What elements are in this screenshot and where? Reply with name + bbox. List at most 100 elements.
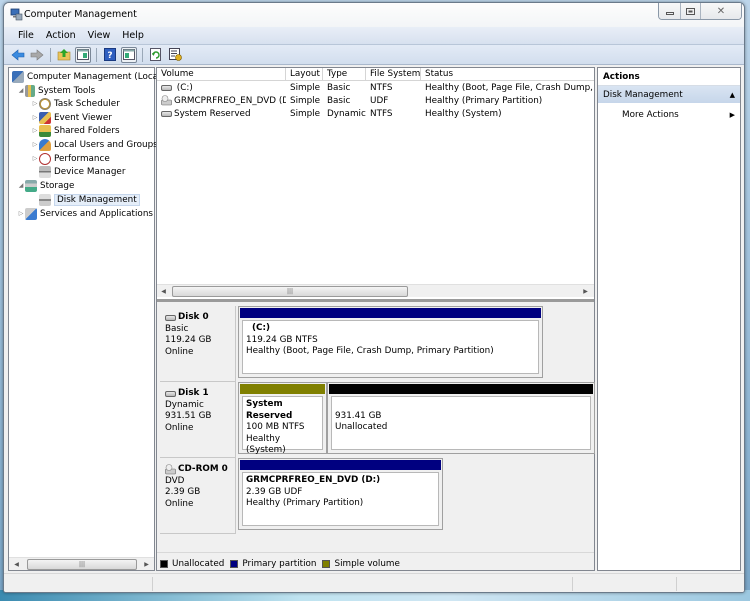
partition-title	[335, 399, 587, 411]
column-header-type[interactable]: Type	[323, 68, 366, 81]
collapsed-arrow-icon[interactable]: ▷	[31, 141, 39, 148]
volume-cell: GRMCPRFREO_EN_DVD (D:)	[157, 95, 286, 108]
column-header-status[interactable]: Status	[421, 68, 594, 81]
up-one-level-button[interactable]	[56, 47, 72, 63]
partition-title: System Reserved	[246, 399, 293, 421]
cdrom-icon	[165, 464, 176, 475]
legend-label: Simple volume	[334, 559, 400, 569]
drive-icon	[161, 110, 172, 117]
tree-item-label: Services and Applications	[40, 208, 153, 219]
tree-item-performance[interactable]: ▷ Performance	[31, 152, 110, 165]
volume-name: (C:)	[176, 83, 193, 93]
actions-section-disk-management[interactable]: Disk Management ▲	[598, 86, 740, 103]
expanded-arrow-icon[interactable]: ◢	[17, 182, 25, 189]
disk-kind: Basic	[165, 323, 189, 334]
maximize-button[interactable]	[681, 3, 701, 19]
tree-item-label: Task Scheduler	[54, 98, 120, 109]
status-bar-segment	[152, 577, 153, 591]
volume-row[interactable]: System Reserved Simple Dynamic NTFS Heal…	[157, 108, 594, 121]
column-header-file-system[interactable]: File System	[366, 68, 421, 81]
volume-list-header: Volume Layout Type File System Status	[157, 68, 594, 81]
tree-item-computer-management[interactable]: Computer Management (Local	[12, 70, 161, 83]
volume-row[interactable]: (C:) Simple Basic NTFS Healthy (Boot, Pa…	[157, 82, 594, 95]
show-hide-action-pane-button[interactable]	[121, 46, 137, 63]
partition-size: 2.39 GB UDF	[246, 486, 303, 497]
collapsed-arrow-icon[interactable]: ▷	[17, 210, 25, 217]
tree-item-storage[interactable]: ◢ Storage	[17, 179, 74, 192]
disk-info[interactable]: Disk 1 Dynamic 931.51 GB Online	[160, 382, 236, 458]
tree-item-label: Shared Folders	[54, 125, 120, 136]
forward-button[interactable]	[29, 47, 45, 63]
expanded-arrow-icon[interactable]: ◢	[17, 87, 25, 94]
refresh-button[interactable]	[148, 47, 164, 63]
disk-size: 931.51 GB	[165, 411, 212, 421]
minimize-button[interactable]	[659, 3, 681, 19]
tree-item-event-viewer[interactable]: ▷ Event Viewer	[31, 111, 112, 124]
scroll-left-icon[interactable]: ◀	[159, 287, 168, 296]
tree-item-services-applications[interactable]: ▷ Services and Applications	[17, 207, 153, 220]
partition-color-bar	[240, 384, 325, 394]
show-hide-action-pane-icon	[123, 49, 135, 60]
legend: Unallocated Primary partition Simple vol…	[160, 558, 406, 570]
scroll-right-icon[interactable]: ▶	[581, 287, 590, 296]
volume-row[interactable]: GRMCPRFREO_EN_DVD (D:) Simple Basic UDF …	[157, 95, 594, 108]
tree-horizontal-scrollbar[interactable]: ◀ ||| ▶	[9, 557, 154, 570]
column-header-layout[interactable]: Layout	[286, 68, 323, 81]
legend-item-primary-partition: Primary partition	[230, 559, 316, 569]
status-bar	[4, 573, 744, 592]
collapse-up-icon[interactable]: ▲	[730, 91, 735, 99]
show-hide-console-tree-icon	[77, 49, 89, 60]
disk-management-pane: Volume Layout Type File System Status (C…	[156, 67, 595, 571]
tree-item-local-users-groups[interactable]: ▷ Local Users and Groups	[31, 138, 158, 151]
partition-color-bar	[240, 460, 441, 470]
event-viewer-icon	[39, 111, 51, 124]
layout-cell: Simple	[290, 96, 321, 106]
more-actions-item[interactable]: More Actions ▶	[598, 106, 740, 121]
partition-unallocated[interactable]: 931.41 GB Unallocated	[327, 382, 595, 454]
scrollbar-thumb[interactable]: |||	[27, 559, 137, 570]
scroll-right-icon[interactable]: ▶	[142, 560, 151, 569]
tree-item-shared-folders[interactable]: ▷ Shared Folders	[31, 124, 120, 137]
tree-item-label: Event Viewer	[54, 112, 112, 123]
legend-divider	[157, 552, 594, 553]
disk-info[interactable]: Disk 0 Basic 119.24 GB Online	[160, 306, 236, 382]
properties-button[interactable]	[167, 47, 183, 63]
partition-status: Unallocated	[335, 422, 388, 432]
scroll-left-icon[interactable]: ◀	[12, 560, 21, 569]
collapsed-arrow-icon[interactable]: ▷	[31, 114, 39, 121]
volume-list-horizontal-scrollbar[interactable]: ◀ ||| ▶	[157, 284, 594, 297]
disk-row-disk-1: Disk 1 Dynamic 931.51 GB Online System R…	[160, 382, 595, 458]
partition-dvd[interactable]: GRMCPRFREO_EN_DVD (D:) 2.39 GB UDF Healt…	[238, 458, 443, 530]
toolbar-separator	[142, 47, 143, 62]
toolbar-separator	[50, 47, 51, 62]
back-button[interactable]	[10, 47, 26, 63]
more-actions-label: More Actions	[622, 109, 679, 120]
title-bar[interactable]: Computer Management ✕	[4, 3, 744, 27]
toolbar-separator	[96, 47, 97, 62]
window-title: Computer Management	[24, 9, 137, 20]
partition-system-reserved[interactable]: System Reserved 100 MB NTFS Healthy (Sys…	[238, 382, 327, 455]
menu-view[interactable]: View	[82, 30, 117, 41]
up-folder-icon	[57, 49, 71, 61]
partition-c[interactable]: (C:) 119.24 GB NTFS Healthy (Boot, Page …	[238, 306, 543, 378]
menu-help[interactable]: Help	[116, 30, 150, 41]
disk-info[interactable]: CD-ROM 0 DVD 2.39 GB Online	[160, 458, 236, 534]
tree-item-task-scheduler[interactable]: ▷ Task Scheduler	[31, 97, 120, 110]
column-header-volume[interactable]: Volume	[157, 68, 286, 81]
collapsed-arrow-icon[interactable]: ▷	[31, 100, 39, 107]
tree-item-label: Disk Management	[54, 193, 140, 206]
tree-item-system-tools[interactable]: ◢ System Tools	[17, 84, 95, 97]
status-cell: Healthy (System)	[425, 109, 502, 119]
show-hide-console-tree-button[interactable]	[75, 46, 91, 63]
scrollbar-thumb[interactable]: |||	[172, 286, 408, 297]
menu-file[interactable]: File	[12, 30, 40, 41]
menu-bar: File Action View Help	[4, 27, 744, 45]
tree-item-disk-management[interactable]: Disk Management	[39, 193, 140, 206]
help-button[interactable]: ?	[102, 47, 118, 63]
collapsed-arrow-icon[interactable]: ▷	[31, 127, 39, 134]
actions-header: Actions	[598, 68, 740, 86]
close-button[interactable]: ✕	[701, 3, 741, 19]
collapsed-arrow-icon[interactable]: ▷	[31, 155, 39, 162]
menu-action[interactable]: Action	[40, 30, 82, 41]
tree-item-device-manager[interactable]: Device Manager	[39, 165, 125, 178]
